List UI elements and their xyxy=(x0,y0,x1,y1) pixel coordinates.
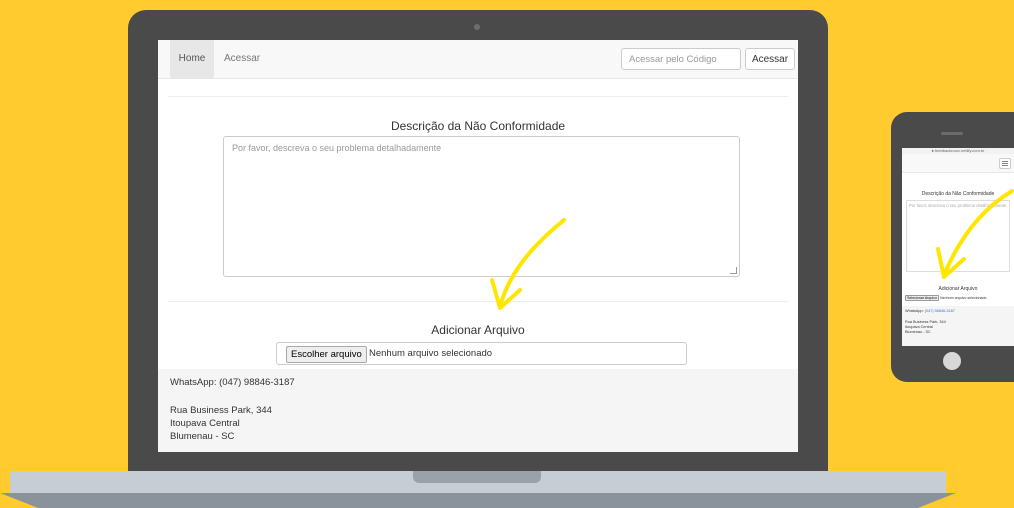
mobile-footer: WhatsApp: (047) 98846-3187 Rua Business … xyxy=(902,306,1014,346)
access-button[interactable]: Acessar xyxy=(745,48,795,70)
hamburger-menu-icon[interactable] xyxy=(999,158,1011,169)
mobile-address-line3: Blumenau - SC xyxy=(905,330,931,334)
resize-handle-icon[interactable] xyxy=(730,267,737,274)
mobile-whatsapp: WhatsApp: (047) 98846-3187 xyxy=(905,309,955,313)
nav-acessar-link[interactable]: Acessar xyxy=(224,40,260,78)
navbar: Home Acessar Acessar pelo Código Acessar xyxy=(158,40,798,79)
mobile-address-line2: Itoupava Central xyxy=(905,325,933,329)
laptop-notch xyxy=(413,471,541,483)
mobile-description-title: Descrição da Não Conformidade xyxy=(921,191,995,197)
footer-whatsapp: WhatsApp: (047) 98846-3187 xyxy=(170,377,295,388)
footer-address-line2: Itoupava Central xyxy=(170,418,240,429)
phone-screen: ● feedbacknoox.netlify.com.br Descrição … xyxy=(902,148,1014,346)
footer-address-line3: Blumenau - SC xyxy=(170,431,235,442)
choose-file-button[interactable]: Escolher arquivo xyxy=(286,346,367,363)
mobile-navbar xyxy=(902,154,1014,173)
laptop-screen: Home Acessar Acessar pelo Código Acessar… xyxy=(158,40,798,452)
phone-home-button xyxy=(943,352,961,370)
mobile-whatsapp-link[interactable]: (047) 98846-3187 xyxy=(925,309,955,313)
description-textarea[interactable]: Por favor, descreva o seu problema detal… xyxy=(223,136,740,277)
phone-speaker xyxy=(941,132,963,135)
phone-frame: ● feedbacknoox.netlify.com.br Descrição … xyxy=(891,112,1014,382)
mobile-description-textarea[interactable]: Por favor, descreva o seu problema detal… xyxy=(906,200,1010,272)
camera-dot xyxy=(474,24,480,30)
mobile-file-title: Adicionar Arquivo xyxy=(938,286,978,292)
file-section-title: Adicionar Arquivo xyxy=(431,323,525,337)
access-code-input[interactable]: Acessar pelo Código xyxy=(621,48,741,70)
mobile-address-line1: Rua Business Park, 344 xyxy=(905,320,946,324)
nav-home-link[interactable]: Home xyxy=(170,40,214,78)
divider xyxy=(168,96,788,97)
laptop-foot xyxy=(0,493,956,508)
footer-address-line1: Rua Business Park, 344 xyxy=(170,405,272,416)
file-input[interactable]: Escolher arquivo Nenhum arquivo selecion… xyxy=(276,342,687,365)
footer: WhatsApp: (047) 98846-3187 Rua Business … xyxy=(158,369,798,452)
divider xyxy=(168,301,788,302)
mobile-whatsapp-label: WhatsApp: xyxy=(905,309,925,313)
description-title: Descrição da Não Conformidade xyxy=(390,119,566,133)
description-placeholder: Por favor, descreva o seu problema detal… xyxy=(232,143,442,153)
mobile-description-placeholder: Por favor, descreva o seu problema detal… xyxy=(909,203,1007,208)
file-status-text: Nenhum arquivo selecionado xyxy=(369,348,493,359)
mobile-choose-file-button[interactable]: Selecionar Arquivo xyxy=(905,295,939,301)
mobile-file-status: Nenhum arquivo selecionado xyxy=(940,296,987,300)
laptop-frame: Home Acessar Acessar pelo Código Acessar… xyxy=(128,10,828,472)
